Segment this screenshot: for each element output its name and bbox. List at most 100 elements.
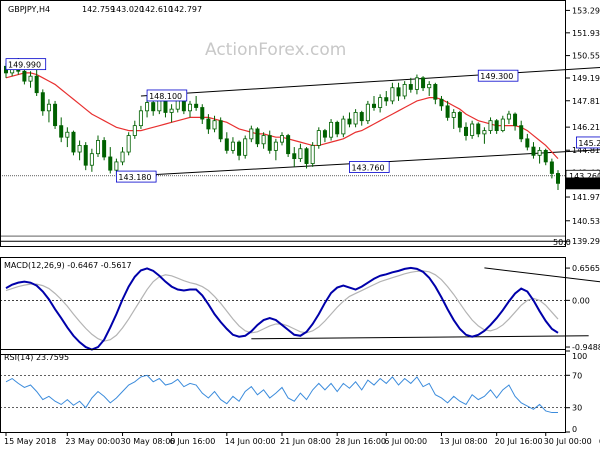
candle-body — [500, 118, 505, 131]
candle-body — [506, 113, 511, 120]
price-tick-label: 139.290 — [572, 237, 600, 246]
candle-body — [218, 120, 223, 140]
candle-body — [341, 118, 346, 135]
price-annotations: 149.990 148.100 143.180 143.760 149.300 145.2… — [5, 58, 600, 183]
candle-body — [371, 103, 376, 108]
candle-body — [378, 97, 383, 108]
macd-trendline — [251, 335, 589, 340]
candle-body — [402, 84, 407, 97]
main-pane — [0, 0, 566, 247]
candle-body — [365, 103, 370, 122]
moving-average-line — [5, 72, 559, 160]
price-tick-label: 140.530 — [572, 217, 600, 226]
time-tick-label: 30 May 08:00 — [121, 437, 176, 446]
candle-body — [470, 123, 475, 136]
rsi-scale: 100 70 30 0 — [566, 350, 587, 434]
candle-body — [96, 140, 101, 155]
price-box-label: 142.797 — [569, 179, 600, 188]
candle-body — [200, 107, 205, 120]
gbpjpy-chart: ActionForex.com GBPJPY,H4 142.759 143.02… — [0, 0, 600, 446]
candle-body — [543, 149, 548, 163]
trendline — [140, 66, 600, 97]
candle-body — [292, 153, 297, 160]
time-tick-label: 30 Jul 00:00 — [544, 437, 592, 446]
price-tick-label: 153.290 — [572, 6, 600, 15]
macd-pane — [0, 257, 566, 355]
candle-body — [335, 121, 340, 135]
macd-label: MACD(12,26,9) -0.6467 -0.5617 — [4, 261, 132, 270]
candle-body — [102, 140, 107, 158]
price-annotation: 143.760 — [351, 164, 384, 173]
time-tick-label: 6 Jun 16:00 — [170, 437, 216, 446]
main-price-scale: 153.290 151.930 150.550 149.190 147.810 146.2… — [566, 6, 600, 246]
time-tick-label: 13 Jul 08:00 — [439, 437, 487, 446]
candle-body — [145, 102, 150, 112]
rsi-tick-label: 70 — [572, 371, 582, 380]
fib-level-label: 50.0 — [553, 238, 571, 247]
candle-body — [279, 135, 284, 143]
candle-body — [488, 120, 493, 131]
candle-body — [212, 120, 217, 130]
candle-body — [525, 138, 530, 148]
rsi-tick-label: 100 — [572, 352, 587, 361]
candle-body — [556, 173, 561, 184]
macd-main-line — [5, 266, 559, 351]
candle-body — [519, 125, 524, 140]
price-tick-label: 147.810 — [572, 97, 600, 106]
candle-body — [132, 125, 137, 136]
candle-body — [408, 84, 413, 90]
candle-body — [384, 97, 389, 102]
candle-body — [537, 149, 542, 156]
macd-lines — [0, 266, 600, 351]
candle-body — [396, 87, 401, 97]
candle-body — [22, 70, 27, 82]
candle-body — [34, 75, 39, 94]
candle-body — [513, 113, 518, 127]
candle-body — [28, 75, 33, 82]
price-annotation: 148.100 — [149, 92, 182, 101]
candle-body — [138, 110, 143, 127]
price-tick-label: 146.210 — [572, 123, 600, 132]
candle-body — [187, 103, 192, 112]
candle-body — [83, 145, 88, 166]
macd-signal-line — [5, 270, 559, 342]
macd-scale: 0.6565 0.00 -0.9488 — [566, 264, 600, 352]
price-annotation: 143.180 — [118, 173, 151, 182]
candle-body — [114, 161, 119, 171]
candle-body — [347, 118, 352, 125]
time-tick-label: 20 Jul 16:00 — [495, 437, 543, 446]
candle-body — [261, 135, 266, 145]
candle-body — [89, 153, 94, 166]
watermark: ActionForex.com — [205, 40, 346, 60]
candle-body — [433, 84, 438, 100]
candle-body — [126, 135, 131, 153]
rsi-pane — [0, 349, 566, 433]
candle-body — [169, 108, 174, 113]
candle-body — [322, 130, 327, 138]
time-tick-label: 28 Jun 16:00 — [335, 437, 386, 446]
candle-body — [476, 123, 481, 135]
rsi-tick-label: 0 — [572, 425, 577, 434]
candle-body — [273, 141, 278, 151]
candle-body — [59, 125, 64, 138]
candle-body — [224, 138, 229, 151]
candle-body — [249, 128, 254, 140]
time-tick-label: 14 Jun 00:00 — [225, 437, 276, 446]
time-tick-label: 21 Jun 08:00 — [280, 437, 331, 446]
macd-tick-label: 0.6565 — [572, 264, 600, 273]
candle-body — [243, 138, 248, 156]
candle-body — [451, 112, 456, 118]
candle-body — [353, 112, 358, 125]
candle-body — [463, 126, 468, 136]
candle-body — [298, 148, 303, 160]
candle-body — [151, 102, 156, 112]
candle-body — [255, 128, 260, 145]
candle-body — [108, 156, 113, 171]
candle-body — [439, 98, 444, 107]
candle-body — [531, 146, 536, 156]
price-annotation: 149.300 — [480, 72, 513, 81]
candle-body — [390, 87, 395, 102]
rsi-tick-label: 30 — [572, 404, 582, 413]
candle-body — [494, 120, 499, 131]
candle-body — [445, 105, 450, 118]
